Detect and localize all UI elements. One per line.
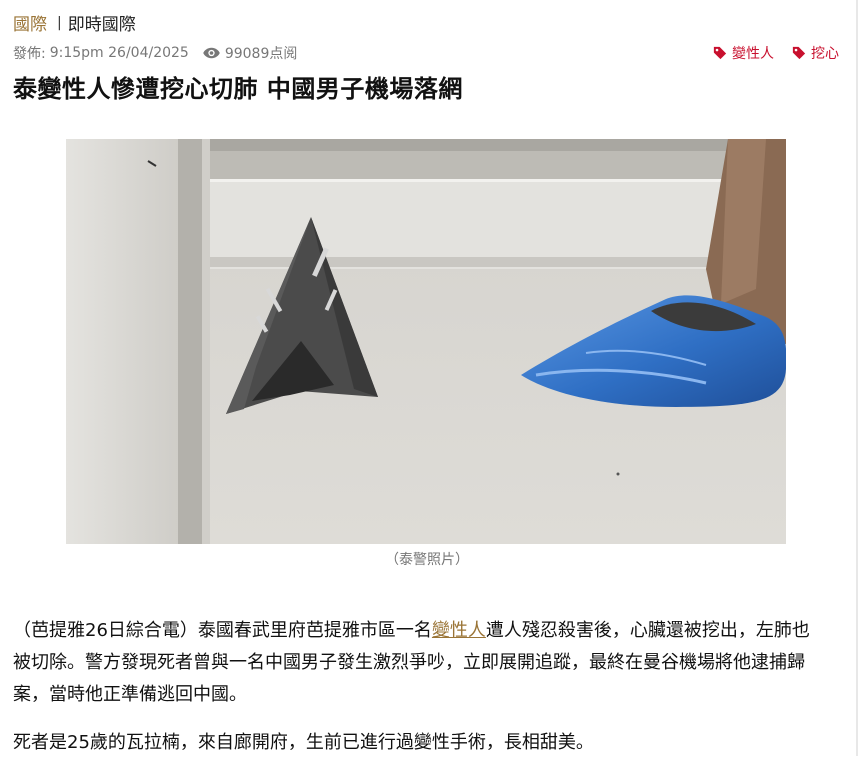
- image-caption: （泰警照片）: [385, 552, 469, 568]
- breadcrumb-subcategory-link[interactable]: 即時國際: [68, 10, 136, 35]
- tag-heart-removal[interactable]: 挖心: [792, 43, 839, 63]
- tag-list: 變性人 挖心: [695, 43, 839, 63]
- tag-icon: [792, 46, 806, 60]
- breadcrumb-separator: |: [57, 14, 62, 31]
- keyword-link-transgender[interactable]: 變性人: [432, 620, 486, 641]
- published-label: 發佈:: [13, 46, 46, 62]
- article-paragraph: （芭提雅26日綜合電）泰國春武里府芭提雅市區一名變性人遭人殘忍殺害後，心臟還被挖…: [13, 615, 823, 711]
- published-time: 9:15pm 26/04/2025: [49, 45, 189, 61]
- eye-icon: [203, 47, 220, 59]
- tag-icon: [713, 46, 727, 60]
- view-count: 99089点阅: [224, 46, 298, 62]
- paragraph-text: （芭提雅26日綜合電）泰國春武里府芭提雅市區一名: [13, 620, 432, 641]
- article-photo: [66, 139, 786, 544]
- article-title: 泰變性人慘遭挖心切肺 中國男子機場落網: [13, 75, 463, 103]
- crime-scene-image: [66, 139, 786, 544]
- tag-label: 變性人: [732, 46, 774, 62]
- breadcrumb: 國際 | 即時國際: [13, 10, 136, 36]
- tag-label: 挖心: [811, 46, 839, 62]
- article-paragraph: 死者是25歲的瓦拉楠，來自廊開府，生前已進行過變性手術，長相甜美。: [13, 732, 594, 753]
- tag-transgender[interactable]: 變性人: [713, 43, 774, 63]
- article-meta: 發佈: 9:15pm 26/04/2025 99089点阅: [13, 43, 297, 63]
- breadcrumb-category-link[interactable]: 國際: [13, 10, 47, 35]
